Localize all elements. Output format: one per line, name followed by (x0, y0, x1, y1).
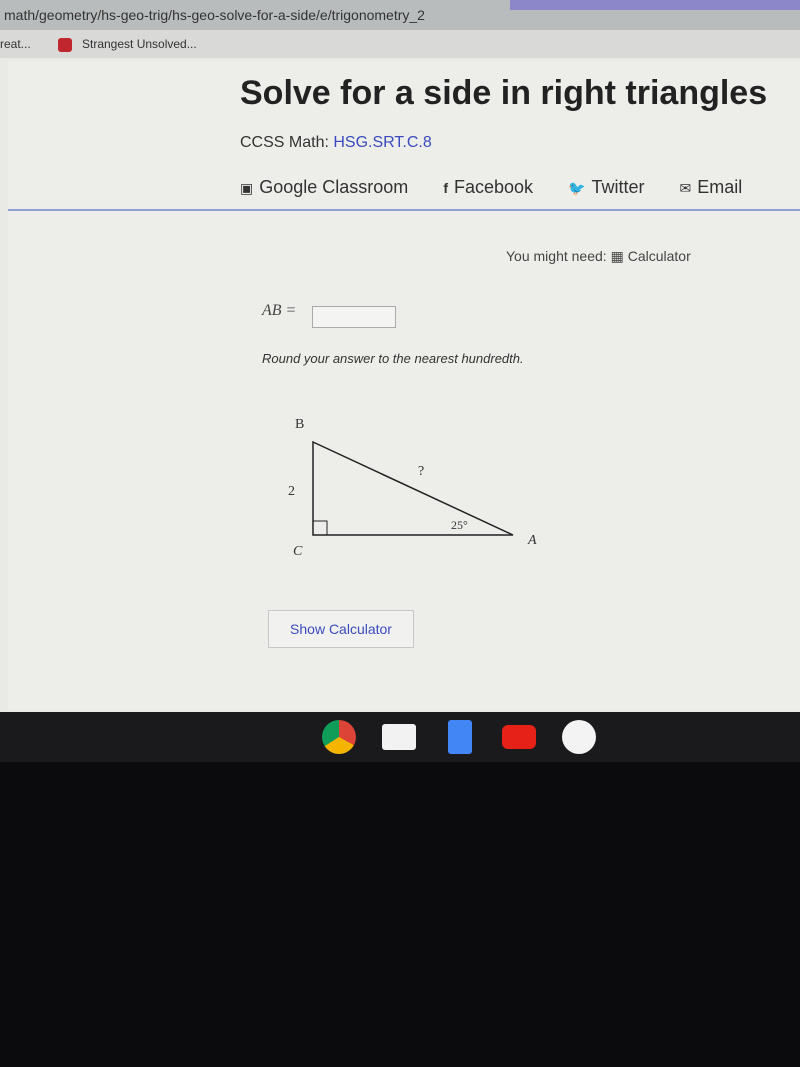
bookmark-label: Strangest Unsolved... (82, 37, 197, 51)
bookmarks-bar: reat... Strangest Unsolved... (0, 30, 800, 58)
ccss-link[interactable]: HSG.SRT.C.8 (333, 134, 431, 151)
triangle-shape (312, 440, 514, 536)
gmail-icon[interactable] (382, 724, 416, 750)
youtube-icon[interactable] (502, 725, 536, 749)
play-store-icon[interactable] (562, 720, 596, 754)
answer-label: AB = (262, 302, 297, 319)
share-email[interactable]: ✉ Email (680, 177, 743, 198)
answer-input[interactable] (312, 306, 396, 328)
share-label: Google Classroom (259, 177, 409, 197)
exercise-page: Solve for a side in right triangles CCSS… (8, 62, 800, 710)
might-need-label: You might need: (506, 248, 607, 264)
side-bc-label: 2 (288, 484, 295, 499)
share-bar: ▣ Google Classroom f Facebook 🐦 Twitter ✉ Em… (240, 177, 772, 198)
google-classroom-icon: ▣ (240, 180, 254, 196)
vertex-b-label: B (295, 417, 304, 432)
vertex-c-label: C (293, 544, 303, 559)
ccss-standard: CCSS Math: HSG.SRT.C.8 (240, 134, 432, 152)
share-facebook[interactable]: f Facebook (443, 177, 533, 198)
calculator-link[interactable]: Calculator (628, 248, 691, 264)
share-label: Facebook (453, 177, 534, 197)
share-google-classroom[interactable]: ▣ Google Classroom (240, 177, 408, 198)
show-calculator-button[interactable]: Show Calculator (268, 610, 414, 648)
calculator-icon: ▦ (610, 248, 624, 264)
email-icon: ✉ (679, 180, 692, 196)
side-ab-label: ? (418, 464, 424, 479)
triangle-diagram: B C A 2 ? 25° (288, 417, 537, 559)
bookmark-item[interactable]: Strangest Unsolved... (58, 30, 197, 58)
instruction-text: Round your answer to the nearest hundred… (262, 351, 524, 366)
page-title: Solve for a side in right triangles (240, 74, 768, 112)
chrome-icon[interactable] (322, 720, 356, 754)
header-divider (8, 209, 800, 211)
tools-needed: You might need: ▦ Calculator (506, 248, 691, 265)
share-label: Email (697, 177, 743, 197)
facebook-icon: f (443, 180, 448, 196)
docs-icon[interactable] (448, 720, 472, 754)
twitter-icon: 🐦 (568, 180, 586, 196)
browser-tab[interactable] (510, 0, 800, 10)
share-twitter[interactable]: 🐦 Twitter (568, 177, 644, 198)
screen: math/geometry/hs-geo-trig/hs-geo-solve-f… (0, 0, 800, 712)
taskbar (0, 712, 800, 762)
share-label: Twitter (591, 177, 645, 197)
ccss-label: CCSS Math: (240, 134, 329, 151)
bookmark-favicon-icon (58, 37, 72, 52)
url-text: math/geometry/hs-geo-trig/hs-geo-solve-f… (4, 7, 425, 23)
angle-a-label: 25° (451, 518, 468, 532)
bookmark-item[interactable]: reat... (0, 30, 31, 58)
vertex-a-label: A (527, 533, 537, 548)
right-angle-marker (312, 520, 328, 536)
